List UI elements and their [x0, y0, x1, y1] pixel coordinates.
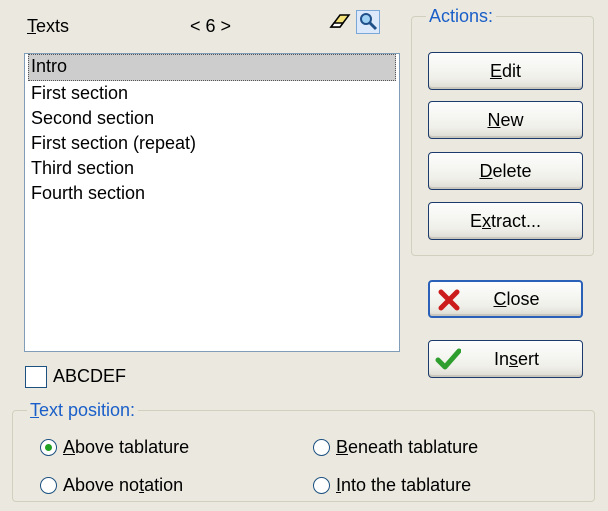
radio-label: Into the tablature	[336, 475, 472, 495]
radio-label: Above notation	[63, 475, 184, 495]
text-position-legend: Text position:	[27, 400, 139, 421]
radio-button[interactable]	[313, 439, 330, 456]
list-item[interactable]: Fourth section	[25, 181, 399, 206]
new-button-label: New	[487, 109, 524, 130]
list-item[interactable]: Intro	[28, 54, 396, 81]
list-item[interactable]: First section	[25, 81, 399, 106]
texts-label: Texts	[27, 16, 70, 36]
edit-button-label: Edit	[489, 60, 522, 81]
extract-button-label: Extract...	[469, 210, 542, 231]
eraser-button[interactable]	[328, 10, 352, 34]
abcdef-checkbox-label: ABCDEF	[53, 366, 127, 386]
radio-above-notation[interactable]: Above notation	[40, 475, 183, 496]
green-check-icon	[435, 348, 461, 370]
extract-button[interactable]: Extract...	[428, 202, 583, 240]
texts-listbox[interactable]: Intro First section Second section First se…	[24, 53, 400, 352]
eraser-icon	[329, 14, 351, 28]
radio-button[interactable]	[40, 439, 57, 456]
search-button[interactable]	[356, 10, 380, 34]
abcdef-checkbox[interactable]	[25, 366, 47, 388]
radio-label: Above tablature	[63, 437, 190, 457]
new-button[interactable]: New	[428, 101, 583, 139]
close-button-label: Close	[493, 288, 540, 309]
insert-button-label: Insert	[493, 348, 540, 369]
radio-label: Beneath tablature	[336, 437, 479, 457]
close-button[interactable]: Close	[428, 280, 583, 318]
radio-button[interactable]	[40, 477, 57, 494]
insert-button[interactable]: Insert	[428, 340, 583, 378]
radio-beneath-tablature[interactable]: Beneath tablature	[313, 437, 478, 458]
radio-button[interactable]	[313, 477, 330, 494]
list-item[interactable]: Third section	[25, 156, 399, 181]
actions-legend: Actions:	[426, 6, 497, 27]
list-item[interactable]: First section (repeat)	[25, 131, 399, 156]
radio-above-tablature[interactable]: Above tablature	[40, 437, 189, 458]
radio-into-tablature[interactable]: Into the tablature	[313, 475, 471, 496]
delete-button-label: Delete	[479, 160, 532, 181]
text-count: < 6 >	[190, 16, 232, 36]
list-item[interactable]: Second section	[25, 106, 399, 131]
delete-button[interactable]: Delete	[428, 152, 583, 190]
magnifier-icon	[360, 13, 378, 31]
edit-button[interactable]: Edit	[428, 52, 583, 90]
red-x-icon	[438, 289, 460, 311]
